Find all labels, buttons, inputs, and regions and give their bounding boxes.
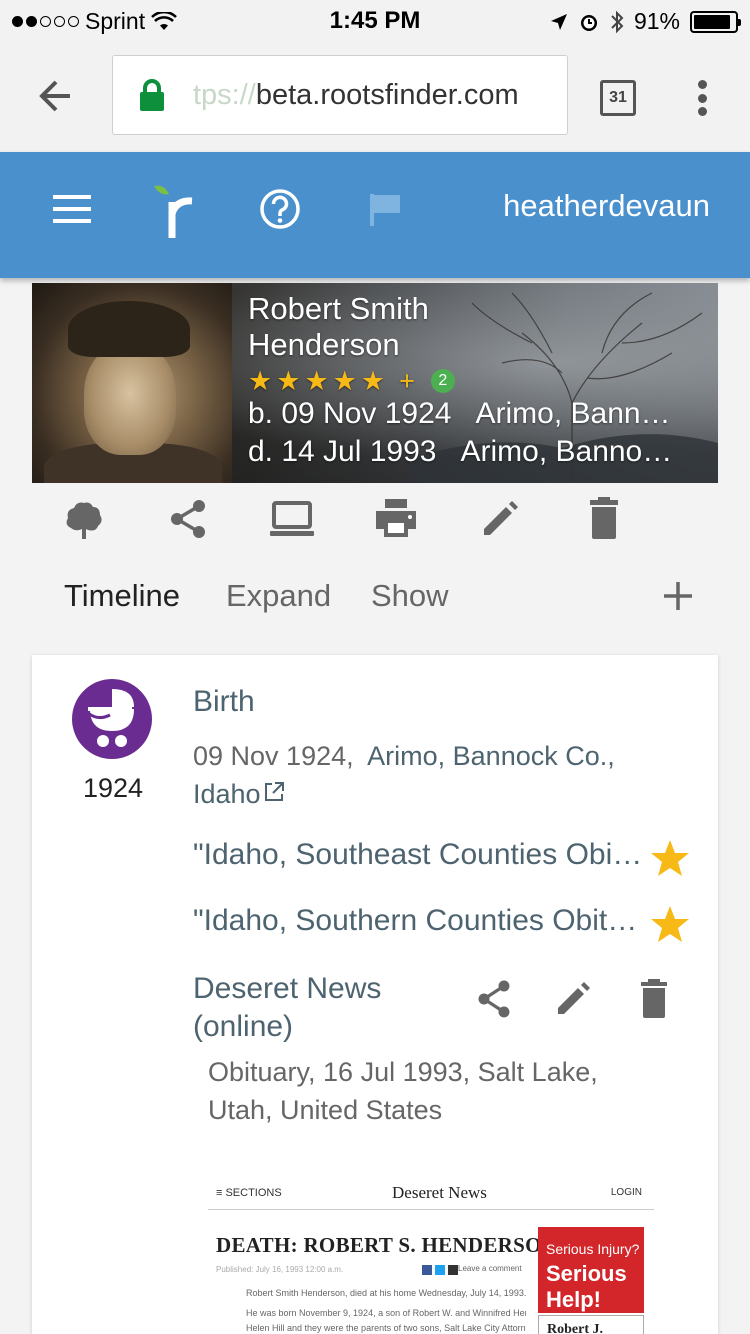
clipping-comment: Leave a comment xyxy=(458,1264,522,1273)
bluetooth-icon xyxy=(611,10,624,33)
print-icon[interactable] xyxy=(372,495,420,543)
clipping-body-1: Robert Smith Henderson, died at his home… xyxy=(246,1288,527,1298)
star-icon: ★ xyxy=(248,366,273,396)
star-icon: ★ xyxy=(276,366,301,396)
menu-icon[interactable] xyxy=(53,195,91,223)
browser-menu-icon[interactable] xyxy=(690,76,714,120)
baby-carriage-icon xyxy=(87,689,134,747)
source-details: Obituary, 16 Jul 1993, Salt Lake, Utah, U… xyxy=(208,1057,598,1125)
app-header: heatherdevaun xyxy=(0,152,750,278)
star-icon: ★ xyxy=(360,366,386,396)
alarm-icon xyxy=(580,14,597,31)
star-icon: ★ xyxy=(332,366,357,396)
rootsfinder-logo[interactable] xyxy=(152,180,202,240)
profile-banner: Robert Smith Henderson ★ ★ ★ ★ ★ + 2 b. … xyxy=(32,283,718,483)
url-scheme: tps:// xyxy=(193,78,256,111)
tab-timeline[interactable]: Timeline xyxy=(64,578,180,614)
count-badge: 2 xyxy=(430,369,455,393)
flag-icon[interactable] xyxy=(368,192,404,228)
event-details: 09 Nov 1924, Arimo, Bannock Co., Idaho xyxy=(193,737,653,813)
death-date: d. 14 Jul 1993 xyxy=(248,435,437,468)
event-title[interactable]: Birth xyxy=(193,685,255,719)
lock-icon xyxy=(140,79,164,111)
browser-toolbar: tps://beta.rootsfinder.com 31 xyxy=(0,42,750,152)
battery-icon xyxy=(690,10,741,33)
status-right: 91% xyxy=(550,8,741,35)
clipping-social-icons xyxy=(422,1265,458,1275)
clipping-body-2: He was born November 9, 1924, a son of R… xyxy=(246,1308,526,1318)
event-year: 1924 xyxy=(82,773,144,803)
clipping-advertisement: Serious Injury? Serious Help! xyxy=(538,1227,644,1313)
star-icon[interactable] xyxy=(650,838,690,878)
battery-percent: 91% xyxy=(633,8,680,34)
clipping-sections: ≡ SECTIONS xyxy=(216,1187,282,1199)
tree-icon[interactable] xyxy=(60,495,108,543)
tab-show[interactable]: Show xyxy=(371,578,449,614)
star-icon[interactable] xyxy=(650,904,690,944)
delete-icon[interactable] xyxy=(580,495,628,543)
clipping-brand: Deseret News xyxy=(392,1183,487,1202)
birth-place: Arimo, Bann… xyxy=(475,397,671,430)
event-date: 09 Nov 1924, xyxy=(193,741,354,771)
ad-line-2: Serious Help! xyxy=(546,1261,627,1312)
add-icon[interactable] xyxy=(662,580,694,612)
clipping-published: Published: July 16, 1993 12:00 a.m. xyxy=(216,1265,344,1274)
delete-icon[interactable] xyxy=(634,978,674,1020)
source-title[interactable]: Deseret News (online) xyxy=(193,970,433,1046)
timeline-card: 1924 Birth 09 Nov 1924, Arimo, Bannock C… xyxy=(32,655,718,1334)
birth-info: b. 09 Nov 1924 Arimo, Bann… xyxy=(248,395,708,433)
birth-event-icon xyxy=(72,679,152,759)
edit-icon[interactable] xyxy=(554,978,594,1020)
star-icon: ★ xyxy=(304,366,329,396)
death-info: d. 14 Jul 1993 Arimo, Banno… xyxy=(248,433,708,471)
back-arrow-icon[interactable] xyxy=(34,74,78,118)
url-domain: beta.rootsfinder.com xyxy=(255,78,519,111)
external-link-icon[interactable] xyxy=(263,781,285,803)
profile-photo[interactable] xyxy=(32,283,232,483)
help-icon[interactable] xyxy=(259,188,301,230)
rating-stars: ★ ★ ★ ★ ★ + 2 xyxy=(248,367,708,395)
location-arrow-icon xyxy=(550,13,567,30)
clipping-login: LOGIN xyxy=(610,1187,642,1198)
edit-icon[interactable] xyxy=(476,495,524,543)
tab-switcher-button[interactable]: 31 xyxy=(600,80,636,116)
source-link[interactable]: "Idaho, Southeast Counties Obituaries" xyxy=(193,838,648,872)
ad-name: Robert J. DeBry xyxy=(538,1315,644,1334)
profile-actions xyxy=(60,495,660,545)
ad-line-1: Serious Injury? xyxy=(546,1241,640,1257)
plus-icon: + xyxy=(399,366,415,396)
profile-name-last: Henderson xyxy=(248,327,400,362)
profile-name-first: Robert Smith xyxy=(248,291,429,326)
laptop-icon[interactable] xyxy=(268,495,316,543)
share-icon[interactable] xyxy=(474,978,514,1020)
clipping-body-3: Helen Hill and they were the parents of … xyxy=(246,1323,526,1333)
source-link[interactable]: "Idaho, Southern Counties Obituaries" xyxy=(193,904,648,938)
clipping-headline: DEATH: ROBERT S. HENDERSON xyxy=(216,1233,558,1257)
view-tabs: Timeline Expand Show xyxy=(64,578,704,622)
profile-summary: Robert Smith Henderson ★ ★ ★ ★ ★ + 2 b. … xyxy=(248,291,708,471)
share-icon[interactable] xyxy=(164,495,212,543)
newspaper-clipping-image[interactable]: ≡ SECTIONS Deseret News LOGIN DEATH: ROB… xyxy=(208,1165,654,1334)
username[interactable]: heatherdevaun xyxy=(503,188,710,224)
birth-date: b. 09 Nov 1924 xyxy=(248,397,452,430)
address-bar[interactable]: tps://beta.rootsfinder.com xyxy=(112,55,568,135)
url-text: tps://beta.rootsfinder.com xyxy=(193,79,519,112)
death-place: Arimo, Banno… xyxy=(460,435,673,468)
tab-expand[interactable]: Expand xyxy=(226,578,331,614)
status-bar: Sprint 1:45 PM 91% xyxy=(0,0,750,42)
